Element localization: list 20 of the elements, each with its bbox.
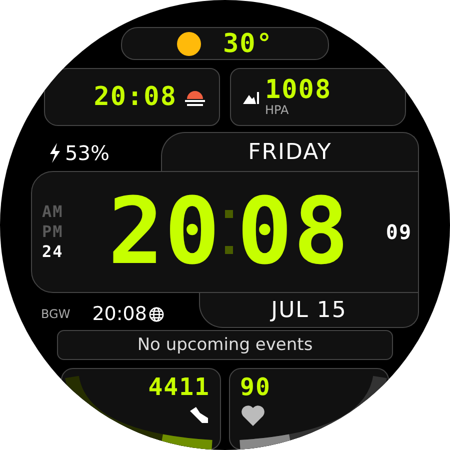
- temperature: 30°: [223, 30, 273, 57]
- clock-minutes: 08: [236, 186, 350, 278]
- lightning-icon: [49, 143, 61, 164]
- clock-hours: 20: [108, 186, 221, 278]
- day-name: FRIDAY: [248, 140, 332, 165]
- pressure-value: 1008: [265, 77, 332, 104]
- clock-seconds: 09: [386, 222, 412, 242]
- events-text: No upcoming events: [137, 335, 313, 356]
- globe-icon: [148, 306, 164, 322]
- battery-percent: 53%: [65, 141, 110, 166]
- sun-icon: [177, 32, 202, 56]
- time-mode: 24: [42, 244, 64, 260]
- world-time: 20:08: [92, 303, 147, 326]
- time-mode: AM: [42, 204, 64, 220]
- date-text: JUL 15: [271, 298, 347, 323]
- sunset-time: 20:08: [94, 84, 177, 110]
- time-mode: PM: [42, 224, 64, 240]
- world-city: BGW: [41, 307, 70, 322]
- pressure-unit: HPA: [265, 103, 290, 118]
- mountain-icon: [243, 90, 259, 104]
